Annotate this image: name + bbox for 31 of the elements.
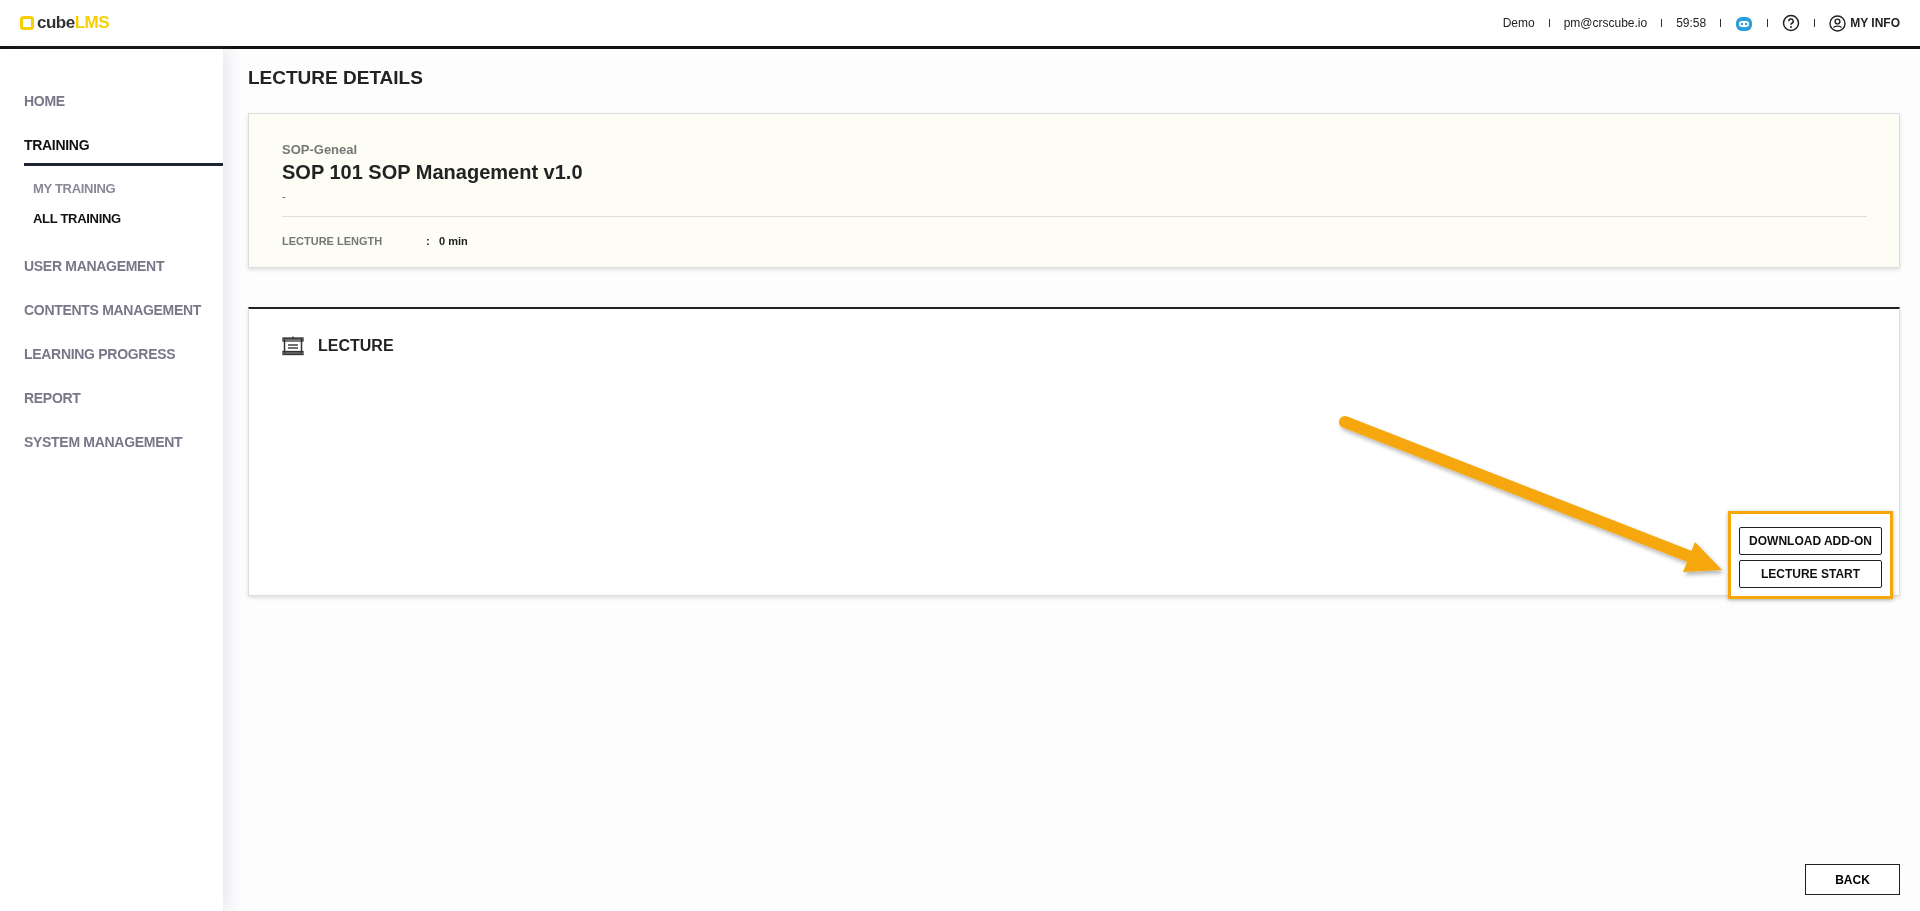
robot-icon: [1735, 14, 1754, 32]
description-text: -: [282, 190, 287, 202]
sidebar-subitem[interactable]: ALL TRAINING: [33, 206, 223, 236]
category-label: SOP-Geneal: [282, 142, 359, 157]
logo[interactable]: cubeLMS: [20, 13, 110, 33]
header-text: pm@crscube.io: [1563, 16, 1648, 30]
field-value: 0 min: [439, 235, 468, 247]
sidebar-item[interactable]: REPORT: [0, 376, 223, 420]
field-label: LECTURE LENGTH: [282, 235, 384, 247]
help-button[interactable]: [1782, 14, 1801, 32]
sidebar-item[interactable]: LEARNING PROGRESS: [0, 332, 223, 376]
header-text: 59:58: [1676, 16, 1707, 30]
user-icon: [1829, 14, 1847, 32]
page-title: LECTURE DETAILS: [248, 67, 424, 89]
sidebar-item[interactable]: USER MANAGEMENT: [0, 244, 223, 288]
section-title: LECTURE: [318, 337, 394, 355]
my-info-link[interactable]: MY INFO: [1829, 14, 1900, 32]
sidebar-item[interactable]: SYSTEM MANAGEMENT: [0, 420, 223, 464]
sidebar-subitem[interactable]: MY TRAINING: [33, 176, 223, 206]
chatbot-button[interactable]: [1735, 14, 1754, 32]
scroll-icon: [282, 336, 304, 356]
logo-square-icon: [20, 16, 34, 30]
back-button[interactable]: BACK: [1805, 864, 1900, 895]
sidebar-item[interactable]: CONTENTS MANAGEMENT: [0, 288, 223, 332]
lecture-action-button[interactable]: LECTURE START: [1739, 560, 1882, 588]
header-text: Demo: [1502, 16, 1535, 30]
lecture-action-button[interactable]: DOWNLOAD ADD-ON: [1739, 527, 1882, 555]
sidebar-item[interactable]: HOME: [0, 79, 223, 123]
field-separator: :: [426, 235, 431, 247]
lecture-name: SOP 101 SOP Management v1.0: [282, 161, 584, 184]
help-icon: [1782, 14, 1801, 32]
